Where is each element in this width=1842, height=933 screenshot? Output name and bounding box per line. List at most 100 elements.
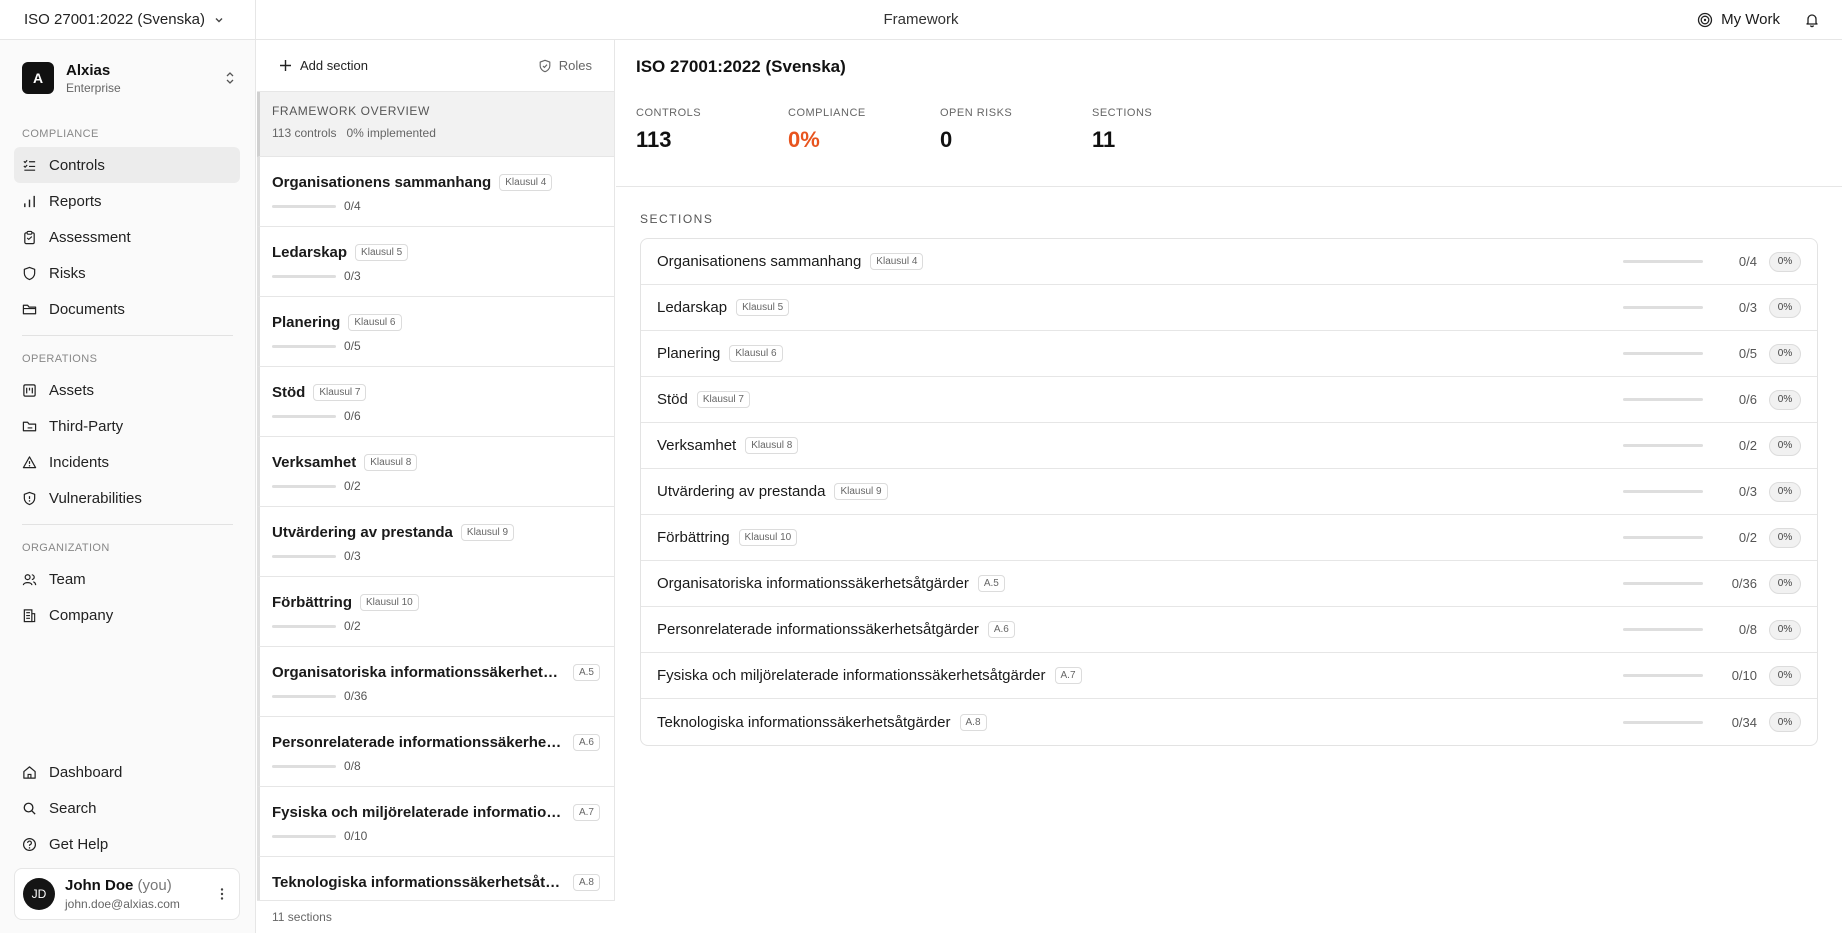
section-progress-bar (1623, 306, 1703, 309)
table-row[interactable]: Ledarskap Klausul 5 0/3 0% (641, 285, 1817, 331)
section-count: 0/5 (344, 339, 361, 353)
table-row[interactable]: Planering Klausul 6 0/5 0% (641, 331, 1817, 377)
sidebar-item-documents[interactable]: Documents (14, 291, 240, 327)
table-row[interactable]: Utvärdering av prestanda Klausul 9 0/3 0% (641, 469, 1817, 515)
my-work-button[interactable]: My Work (1697, 11, 1780, 28)
section-badge: Klausul 9 (460, 523, 515, 541)
org-plan: Enterprise (66, 80, 121, 95)
section-percent-badge: 0% (1769, 712, 1801, 732)
table-row[interactable]: Förbättring Klausul 10 0/2 0% (641, 515, 1817, 561)
operations-section-label: OPERATIONS (22, 353, 98, 365)
section-list-item[interactable]: Verksamhet Klausul 8 0/2 (257, 437, 614, 507)
table-row[interactable]: Organisatoriska informationssäkerhetsåtg… (641, 561, 1817, 607)
section-badge: A.8 (572, 873, 600, 891)
section-title: Organisationens sammanhang (657, 253, 862, 270)
table-row[interactable]: Stöd Klausul 7 0/6 0% (641, 377, 1817, 423)
section-badge: Klausul 6 (348, 313, 402, 331)
stat-value: 0 (940, 127, 953, 152)
section-count: 0/4 (344, 199, 361, 213)
section-title: Stöd (272, 383, 306, 401)
sidebar-item-team[interactable]: Team (14, 561, 240, 597)
sidebar-item-reports[interactable]: Reports (14, 183, 240, 219)
sidebar-item-assessment[interactable]: Assessment (14, 219, 240, 255)
section-progress-bar (272, 414, 336, 418)
section-progress-bar (272, 624, 336, 628)
section-progress-bar (272, 204, 336, 208)
stat-label: OPEN RISKS (940, 107, 1013, 119)
section-progress-bar (272, 484, 336, 488)
stat-value: 0% (788, 127, 820, 152)
roles-label: Roles (558, 58, 592, 73)
table-row[interactable]: Verksamhet Klausul 8 0/2 0% (641, 423, 1817, 469)
section-list-item[interactable]: Organisatoriska informationssäkerhetsåt.… (257, 647, 614, 717)
add-section-label: Add section (300, 58, 368, 73)
table-row[interactable]: Personrelaterade informationssäkerhetsåt… (641, 607, 1817, 653)
section-percent-badge: 0% (1769, 297, 1801, 318)
section-title: Utvärdering av prestanda (272, 523, 453, 541)
help-icon (22, 837, 37, 851)
table-row[interactable]: Teknologiska informationssäkerhetsåtgärd… (641, 699, 1817, 745)
roles-button[interactable]: Roles (538, 58, 592, 73)
warning-icon (22, 455, 37, 468)
section-count: 0/34 (1731, 714, 1757, 730)
sidebar-item-dashboard[interactable]: Dashboard (14, 754, 240, 790)
org-switcher[interactable]: A Alxias Enterprise (14, 52, 240, 104)
user-name-text: John Doe (65, 877, 134, 894)
table-row[interactable]: Organisationens sammanhang Klausul 4 0/4 0% (641, 239, 1817, 285)
notifications-button[interactable] (1804, 12, 1820, 28)
section-percent-badge: 0% (1769, 251, 1801, 272)
framework-overview-item[interactable]: FRAMEWORK OVERVIEW 113 controls 0% implem… (257, 92, 614, 157)
sidebar-item-label: Assessment (49, 228, 131, 246)
sidebar-divider (22, 335, 233, 336)
folder-link-icon (22, 421, 37, 431)
sidebar-item-incidents[interactable]: Incidents (14, 444, 240, 480)
section-count: 0/5 (1738, 346, 1757, 361)
sidebar-item-get-help[interactable]: Get Help (14, 826, 240, 862)
section-list-item[interactable]: Stöd Klausul 7 0/6 (257, 367, 614, 437)
stat-value: 113 (636, 127, 672, 152)
top-bar: ISO 27001:2022 (Svenska) Framework My Wo… (0, 0, 1842, 40)
sidebar-item-risks[interactable]: Risks (14, 255, 240, 291)
section-progress-bar (1623, 352, 1703, 355)
section-list-item[interactable]: Förbättring Klausul 10 0/2 (257, 577, 614, 647)
shield-check-icon (539, 59, 551, 72)
section-progress-bar (1623, 582, 1703, 585)
shield-icon (23, 266, 36, 280)
compliance-section-label: COMPLIANCE (22, 128, 99, 140)
add-section-button[interactable]: Add section (279, 58, 368, 73)
sidebar-item-search[interactable]: Search (14, 790, 240, 826)
table-row[interactable]: Fysiska och miljörelaterade informations… (641, 653, 1817, 699)
section-list-item[interactable]: Planering Klausul 6 0/5 (257, 297, 614, 367)
section-list-item[interactable]: Fysiska och miljörelaterade informations… (257, 787, 614, 857)
section-count: 0/3 (344, 269, 361, 283)
section-list-item[interactable]: Personrelaterade informationssäkerhetså.… (257, 717, 614, 787)
section-list-item[interactable]: Utvärdering av prestanda Klausul 9 0/3 (257, 507, 614, 577)
bar-chart-icon (24, 195, 35, 207)
section-progress-bar (272, 764, 336, 768)
section-title: Fysiska och miljörelaterade informations… (657, 667, 1046, 684)
section-badge: Klausul 5 (355, 243, 409, 261)
organization-section-label: ORGANIZATION (22, 542, 110, 554)
checklist-icon (23, 159, 36, 171)
section-list-item[interactable]: Organisationens sammanhang Klausul 4 0/4 (257, 157, 614, 227)
sidebar-item-company[interactable]: Company (14, 597, 240, 633)
sidebar-item-third-party[interactable]: Third-Party (14, 408, 240, 444)
section-count: 0/10 (344, 829, 368, 843)
sidebar-item-controls[interactable]: Controls (14, 147, 240, 183)
sidebar-item-label: Reports (49, 192, 102, 210)
home-icon (23, 765, 36, 779)
more-vertical-icon[interactable] (215, 887, 229, 901)
sidebar-item-vulnerabilities[interactable]: Vulnerabilities (14, 480, 240, 516)
section-list: Organisationens sammanhang Klausul 4 0/4 Le… (257, 157, 614, 927)
search-icon (23, 802, 36, 815)
section-count: 0/2 (344, 619, 361, 633)
folder-icon (22, 304, 37, 314)
section-list-item[interactable]: Ledarskap Klausul 5 0/3 (257, 227, 614, 297)
section-title: Organisatoriska informationssäkerhetsåt.… (272, 663, 562, 681)
clipboard-icon (24, 230, 35, 244)
sidebar-item-assets[interactable]: Assets (14, 372, 240, 408)
framework-select[interactable]: ISO 27001:2022 (Svenska) (0, 0, 256, 40)
user-menu[interactable]: JD John Doe (you) john.doe@alxias.com (14, 868, 240, 920)
stat-value: 11 (1092, 127, 1116, 152)
section-percent-badge: 0% (1769, 389, 1801, 410)
